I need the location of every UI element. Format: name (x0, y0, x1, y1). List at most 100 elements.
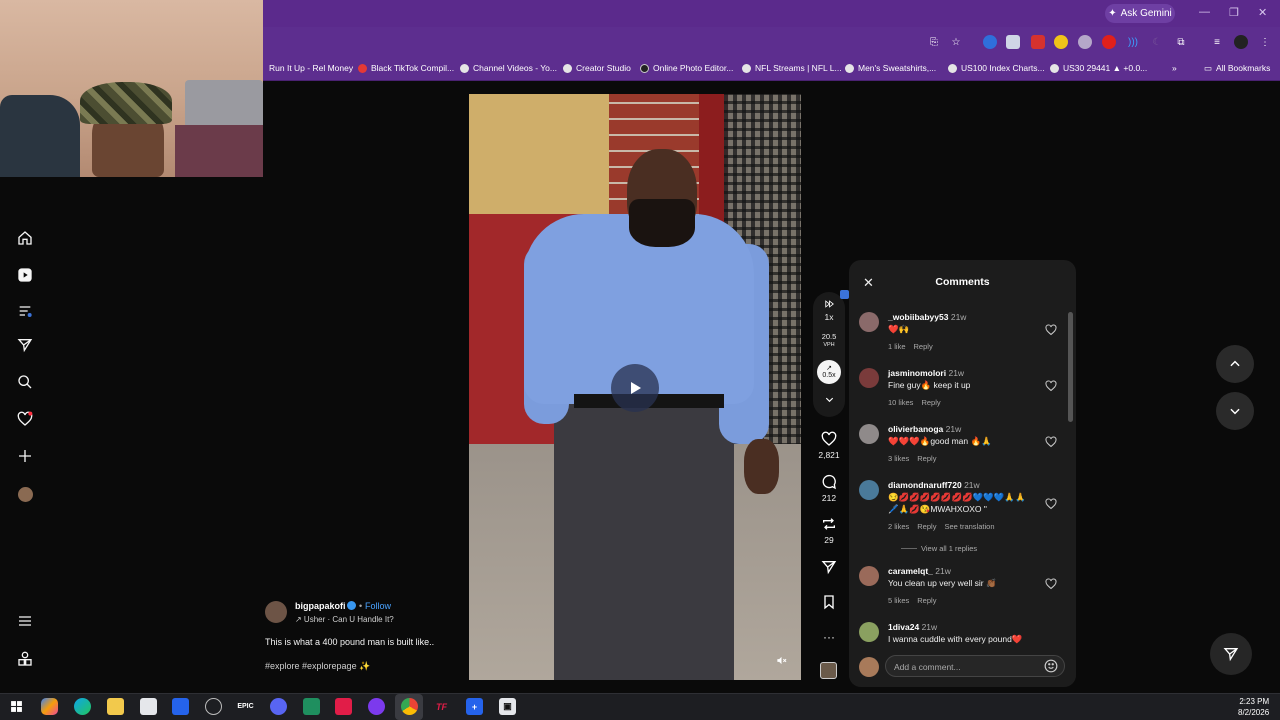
playback-speed-button[interactable]: 1x (814, 299, 844, 322)
app-icon-3[interactable]: ▣ (499, 698, 516, 715)
previous-reel-button[interactable] (1216, 345, 1254, 383)
create-plus-icon[interactable] (14, 445, 36, 467)
reply-button[interactable]: Reply (921, 398, 940, 407)
comment-like-count[interactable]: 5 likes (888, 596, 909, 605)
avatar[interactable] (859, 368, 879, 388)
audio-track-link[interactable]: ↗ Usher · Can U Handle It? (295, 615, 394, 624)
app-icon-2[interactable] (368, 698, 385, 715)
extension-3-icon[interactable] (1031, 35, 1045, 49)
comment-like-heart-icon[interactable] (1045, 498, 1057, 510)
copilot-icon[interactable] (41, 698, 58, 715)
profile-avatar-nav[interactable] (14, 483, 36, 505)
steam-icon[interactable] (205, 698, 222, 715)
bookmark-star-icon[interactable]: ☆ (949, 35, 963, 49)
extension-4-icon[interactable] (1054, 35, 1068, 49)
reels-icon[interactable] (14, 264, 36, 286)
extension-7-icon[interactable]: ))) (1126, 35, 1140, 49)
author-username[interactable]: bigpapakofi (295, 601, 346, 611)
extension-8-icon[interactable]: ☾ (1150, 35, 1164, 49)
extension-5-icon[interactable] (1078, 35, 1092, 49)
more-menu-icon[interactable] (14, 610, 36, 632)
chrome-icon[interactable] (401, 698, 418, 715)
also-from-meta-icon[interactable] (14, 648, 36, 670)
reply-button[interactable]: Reply (917, 522, 936, 531)
notifications-heart-icon[interactable] (14, 408, 36, 430)
comment-like-heart-icon[interactable] (1045, 324, 1057, 336)
repost-button[interactable]: 29 (814, 516, 844, 545)
comments-scrollbar[interactable] (1068, 312, 1073, 422)
windows-start-icon[interactable] (8, 698, 25, 715)
bookmark-1[interactable]: Black TikTok Compil... (358, 61, 454, 75)
bookmark-0[interactable]: Run It Up - Rel Money (269, 61, 353, 75)
app-icon-1[interactable] (303, 698, 320, 715)
bookmark-5[interactable]: NFL Streams | NFL L... (742, 61, 842, 75)
comment-like-count[interactable]: 10 likes (888, 398, 913, 407)
system-clock[interactable]: 2:23 PM 8/2/2026 (1238, 696, 1269, 718)
comment-button[interactable]: 212 (814, 474, 844, 503)
browser-menu-icon[interactable]: ⋮ (1258, 35, 1272, 49)
profile-avatar[interactable] (1234, 35, 1248, 49)
avatar[interactable] (859, 312, 879, 332)
comment-like-count[interactable]: 2 likes (888, 522, 909, 531)
avatar[interactable] (859, 480, 879, 500)
file-explorer-icon[interactable] (107, 698, 124, 715)
reply-button[interactable]: Reply (917, 454, 936, 463)
install-app-icon[interactable]: ⎘ (927, 35, 941, 49)
next-reel-button[interactable] (1216, 392, 1254, 430)
comment-username[interactable]: olivierbanoga 21w (888, 424, 961, 434)
messages-button[interactable] (1210, 633, 1252, 675)
epic-games-icon[interactable]: EPIC (237, 698, 254, 715)
extension-2-icon[interactable] (1006, 35, 1020, 49)
trend-multiplier-button[interactable]: ↗ 0.5x (817, 360, 841, 384)
avatar[interactable] (859, 622, 879, 642)
bookmark-8[interactable]: US30 29441 ▲ +0.0... (1050, 61, 1147, 75)
ask-gemini-button[interactable]: ✦ Ask Gemini (1105, 4, 1175, 23)
bookmark-3[interactable]: Creator Studio (563, 61, 631, 75)
minimize-icon[interactable]: — (1199, 6, 1210, 18)
home-icon[interactable] (14, 227, 36, 249)
feed-filter-icon[interactable] (14, 300, 36, 322)
share-button[interactable] (814, 559, 844, 578)
comment-username[interactable]: _wobiibabyy53 21w (888, 312, 966, 322)
more-bookmarks-icon[interactable]: » (1172, 61, 1177, 75)
store-icon[interactable] (140, 698, 157, 715)
comment-like-heart-icon[interactable] (1045, 578, 1057, 590)
emoji-icon[interactable] (1044, 659, 1058, 673)
reply-button[interactable]: Reply (914, 342, 933, 351)
bookmark-7[interactable]: US100 Index Charts... (948, 61, 1045, 75)
mail-icon[interactable] (172, 698, 189, 715)
comment-like-heart-icon[interactable] (1045, 380, 1057, 392)
bookmark-2[interactable]: Channel Videos - Yo... (460, 61, 557, 75)
play-button[interactable] (611, 364, 659, 412)
comment-like-count[interactable]: 3 likes (888, 454, 909, 463)
search-icon[interactable] (14, 371, 36, 393)
bookmark-6[interactable]: Men's Sweatshirts,... (845, 61, 936, 75)
media-controls-icon[interactable]: ≡ (1210, 35, 1224, 49)
view-replies-button[interactable]: View all 1 replies (921, 544, 977, 553)
edge-icon[interactable] (74, 698, 91, 715)
bookmark-4[interactable]: Online Photo Editor... (640, 61, 733, 75)
mute-icon[interactable] (776, 655, 787, 669)
comment-like-heart-icon[interactable] (1045, 436, 1057, 448)
close-window-icon[interactable]: ✕ (1258, 6, 1267, 19)
avatar[interactable] (859, 566, 879, 586)
audio-thumbnail[interactable] (820, 662, 837, 679)
see-translation-link[interactable]: See translation (944, 522, 994, 531)
comment-like-count[interactable]: 1 like (888, 342, 906, 351)
discord-icon[interactable] (270, 698, 287, 715)
extensions-puzzle-icon[interactable]: ⧉ (1174, 35, 1188, 49)
collapse-chevron-icon[interactable] (814, 394, 844, 408)
like-button[interactable]: 2,821 (814, 431, 844, 460)
save-button[interactable] (814, 594, 844, 613)
reply-button[interactable]: Reply (917, 596, 936, 605)
extension-1-icon[interactable] (983, 35, 997, 49)
post-hashtags[interactable]: #explore #explorepage ✨ (265, 661, 370, 672)
author-avatar[interactable] (265, 601, 287, 623)
tiktok-icon[interactable] (335, 698, 352, 715)
follow-button[interactable]: Follow (365, 601, 391, 611)
app-plus-icon[interactable]: + (466, 698, 483, 715)
comment-username[interactable]: 1diva24 21w (888, 622, 937, 632)
send-icon[interactable] (14, 334, 36, 356)
restore-icon[interactable]: ❐ (1229, 6, 1239, 19)
extension-6-icon[interactable] (1102, 35, 1116, 49)
